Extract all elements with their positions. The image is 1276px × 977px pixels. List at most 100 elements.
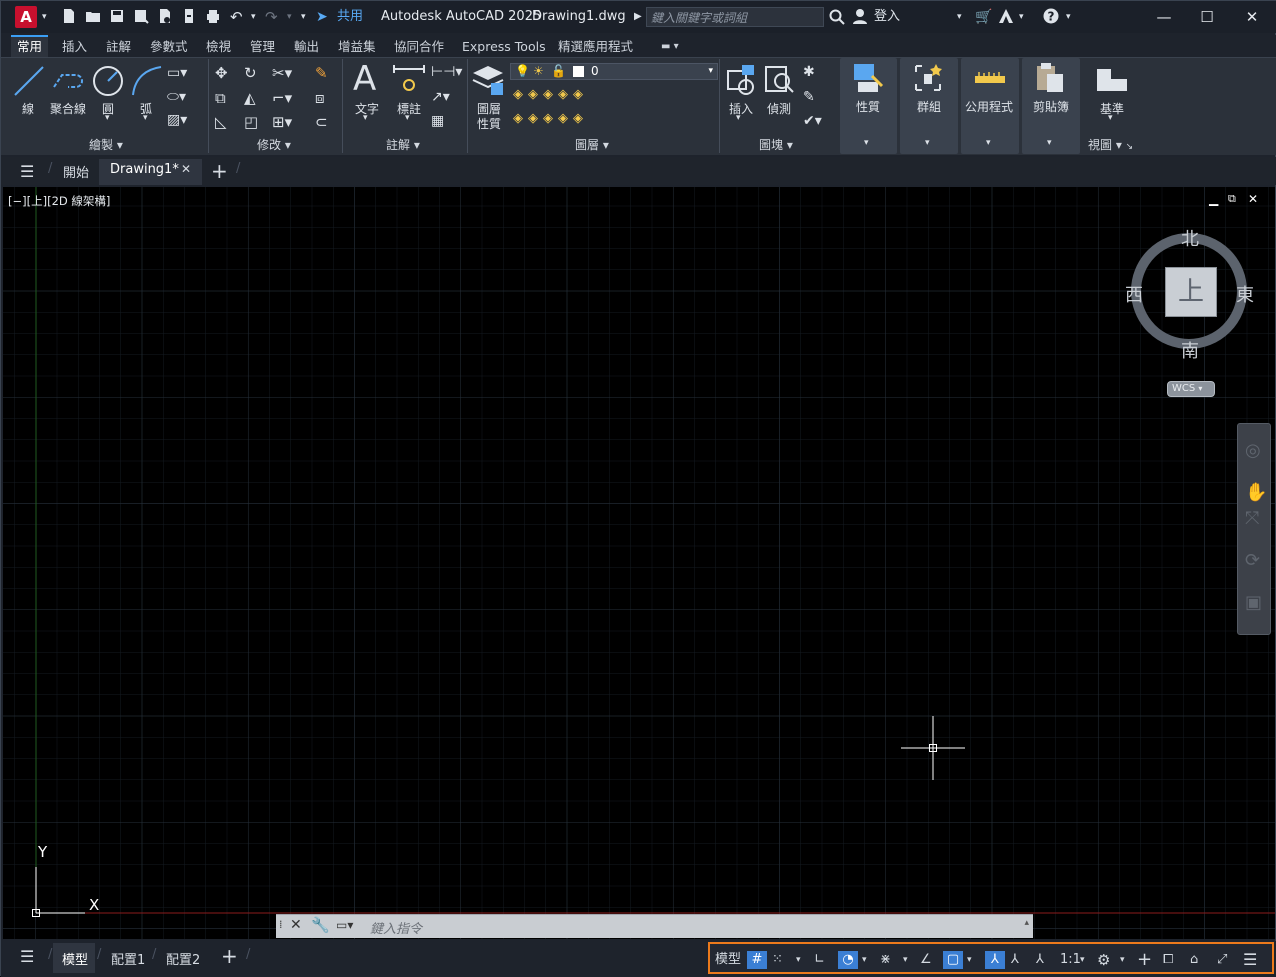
command-close-icon[interactable]: ✕ xyxy=(290,917,302,933)
layer-dropdown[interactable]: 💡 ☀ 🔓 0 ▾ xyxy=(510,63,718,80)
save-web-icon[interactable] xyxy=(181,8,197,24)
base-dropdown-icon[interactable]: ▾ xyxy=(1108,113,1113,123)
insert-block-icon[interactable] xyxy=(724,63,758,97)
file-tabs-menu-icon[interactable]: ☰ xyxy=(20,162,34,181)
layers-panel-footer[interactable]: 圖層 ▾ xyxy=(575,136,609,154)
minimize-button[interactable]: — xyxy=(1153,7,1175,27)
expand-search-icon[interactable]: ▶ xyxy=(634,9,642,25)
annotation-scale-icon[interactable]: ⅄ xyxy=(1036,951,1044,969)
steering-wheel-icon[interactable]: ◎ xyxy=(1245,440,1261,461)
pan-hand-icon[interactable]: ✋ xyxy=(1245,482,1267,503)
close-button[interactable]: ✕ xyxy=(1241,7,1263,27)
tab-model[interactable]: 模型 xyxy=(53,943,95,973)
snap-dropdown-icon[interactable]: ▾ xyxy=(796,951,801,969)
annotation-panel-footer[interactable]: 註解 ▾ xyxy=(386,136,420,154)
search-input[interactable]: 鍵入關鍵字或詞組 xyxy=(646,7,824,27)
ellipse-tool-icon[interactable]: ⬭▾ xyxy=(167,89,186,105)
workspace-dropdown-icon[interactable]: ▾ xyxy=(1120,951,1125,969)
tab-addins[interactable]: 增益集 xyxy=(338,37,376,57)
tab-insert[interactable]: 插入 xyxy=(62,37,87,57)
snap-mode-icon[interactable]: ⁙ xyxy=(772,951,783,969)
redo-icon[interactable]: ↷ xyxy=(265,9,278,25)
dimension-tool-icon[interactable] xyxy=(392,63,426,97)
block-panel-footer[interactable]: 圖塊 ▾ xyxy=(759,136,793,154)
fillet-icon[interactable]: ⌐▾ xyxy=(272,89,292,107)
hatch-tool-icon[interactable]: ▨▾ xyxy=(167,112,187,128)
auto-scale-icon[interactable]: ⅄ xyxy=(1011,951,1019,969)
new-layout-icon[interactable]: + xyxy=(221,944,238,968)
block-edit-label[interactable]: 偵測 xyxy=(767,100,791,117)
groups-panel[interactable]: 群組 ▾ xyxy=(900,58,958,154)
line-tool-icon[interactable] xyxy=(11,63,47,99)
erase-icon[interactable]: ✎ xyxy=(315,64,328,82)
mirror-icon[interactable]: ◭ xyxy=(244,89,256,107)
polyline-tool-icon[interactable] xyxy=(50,63,86,99)
tab-home[interactable]: 常用 xyxy=(11,35,49,57)
copy-icon[interactable]: ⧉ xyxy=(215,89,226,107)
plot-printer-icon[interactable] xyxy=(205,8,221,24)
signin-dropdown-icon[interactable]: ▾ xyxy=(957,9,962,25)
save-icon[interactable] xyxy=(109,8,125,24)
leader-icon[interactable]: ↗▾ xyxy=(431,89,450,105)
object-snap-icon[interactable]: ▢ xyxy=(943,951,963,969)
share-icon[interactable]: ➤ xyxy=(316,9,328,25)
scale-dropdown-icon[interactable]: ▾ xyxy=(1080,951,1085,969)
model-space-toggle[interactable]: 模型 xyxy=(715,951,741,969)
explode-icon[interactable]: ⧈ xyxy=(315,89,325,107)
redo-dropdown-icon[interactable]: ▾ xyxy=(287,9,292,25)
tab-parametric[interactable]: 參數式 xyxy=(150,37,188,57)
object-snap-dropdown-icon[interactable]: ▾ xyxy=(967,951,972,969)
arc-tool-icon[interactable] xyxy=(129,63,165,99)
array-icon[interactable]: ⊞▾ xyxy=(272,113,292,131)
viewport-minimize-icon[interactable]: ▁ xyxy=(1209,192,1218,206)
signin-button[interactable]: 登入 xyxy=(874,9,900,25)
stretch-icon[interactable]: ◺ xyxy=(215,113,227,131)
layer-properties-label-l2[interactable]: 性質 xyxy=(477,115,501,132)
clipboard-panel[interactable]: 剪貼簿 ▾ xyxy=(1022,58,1080,154)
user-icon[interactable] xyxy=(852,8,868,24)
properties-panel[interactable]: 性質 ▾ xyxy=(840,58,897,154)
line-tool-label[interactable]: 線 xyxy=(22,100,34,117)
viewcube[interactable]: 上 北 南 東 西 WCS ▾ xyxy=(1123,223,1255,397)
undo-dropdown-icon[interactable]: ▾ xyxy=(251,9,256,25)
new-tab-icon[interactable]: + xyxy=(211,159,228,183)
customize-toolbar-icon[interactable]: ▾ xyxy=(301,9,306,25)
tab-collaborate[interactable]: 協同合作 xyxy=(394,37,444,57)
open-folder-icon[interactable] xyxy=(85,8,101,24)
compass-south[interactable]: 南 xyxy=(1181,337,1199,363)
circle-dropdown-icon[interactable]: ▾ xyxy=(105,113,110,123)
tab-start[interactable]: 開始 xyxy=(63,162,89,181)
compass-north[interactable]: 北 xyxy=(1181,225,1199,251)
object-snap-tracking-icon[interactable]: ∠ xyxy=(920,951,932,969)
annotation-visibility-icon[interactable]: ⅄ xyxy=(985,951,1005,969)
create-block-icon[interactable]: ✱ xyxy=(803,64,815,80)
tab-view[interactable]: 檢視 xyxy=(206,37,231,57)
search-icon[interactable] xyxy=(829,9,845,25)
command-customize-icon[interactable]: 🔧 xyxy=(311,916,330,934)
maximize-button[interactable]: ☐ xyxy=(1196,7,1218,27)
view-panel-footer[interactable]: 視圖 ▾ ↘ xyxy=(1088,136,1133,154)
ortho-mode-icon[interactable]: ∟ xyxy=(814,951,825,969)
isometric-drafting-icon[interactable]: ⋇ xyxy=(880,951,891,969)
open-web-icon[interactable] xyxy=(157,8,173,24)
autodesk-app-icon[interactable] xyxy=(998,8,1014,24)
annotation-monitor-icon[interactable]: + xyxy=(1137,951,1152,969)
move-icon[interactable]: ✥ xyxy=(215,64,228,82)
autodesk-dropdown-icon[interactable]: ▾ xyxy=(1019,9,1024,25)
isometric-dropdown-icon[interactable]: ▾ xyxy=(903,951,908,969)
command-history-icon[interactable]: ▴ xyxy=(1024,918,1029,928)
save-as-icon[interactable] xyxy=(133,8,149,24)
recent-commands-icon[interactable]: ▭▾ xyxy=(336,918,353,932)
clean-screen-icon[interactable]: ⤢ xyxy=(1217,951,1227,969)
compass-east[interactable]: 東 xyxy=(1236,281,1254,307)
zoom-extents-icon[interactable]: ⤧ xyxy=(1245,508,1259,529)
insert-block-label[interactable]: 插入 xyxy=(729,100,753,117)
tab-express-tools[interactable]: Express Tools xyxy=(462,37,546,57)
help-icon[interactable]: ? xyxy=(1043,8,1059,24)
rotate-icon[interactable]: ↻ xyxy=(244,64,257,82)
command-line-grip-icon[interactable]: ⁞ xyxy=(279,918,283,931)
viewport-restore-icon[interactable]: ⧉ xyxy=(1228,192,1236,206)
tab-output[interactable]: 輸出 xyxy=(294,37,319,57)
polyline-tool-label[interactable]: 聚合線 xyxy=(50,100,86,117)
undo-icon[interactable]: ↶ xyxy=(230,9,243,25)
